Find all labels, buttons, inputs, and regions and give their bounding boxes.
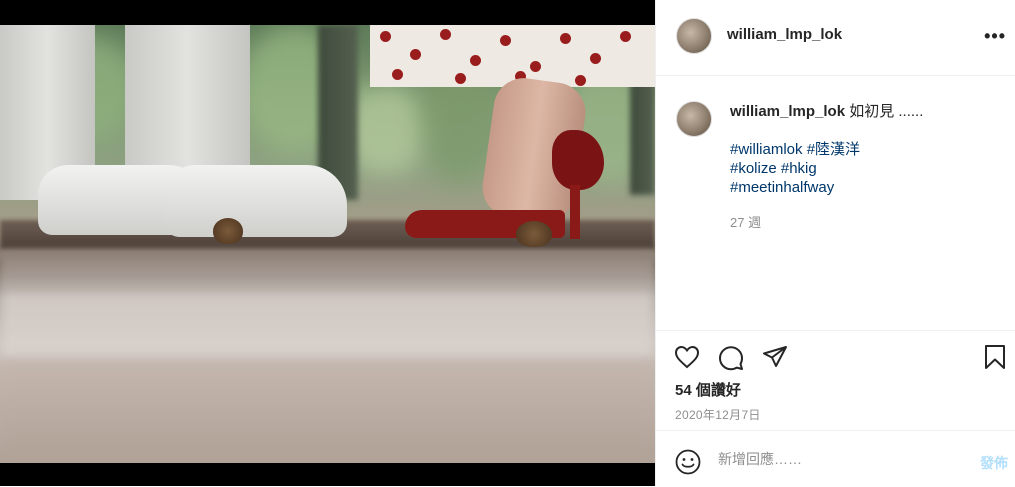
hashtags: #williamlok #陸漢洋 #kolize #hkig #meetinha… [730, 140, 860, 197]
caption-text: 如初見 ...... [849, 103, 924, 120]
caption-age[interactable]: 27 週 [730, 212, 761, 231]
header-username[interactable]: william_lmp_lok [727, 26, 842, 43]
post-sidebar: william_lmp_lok ••• william_lmp_lok 如初見 … [655, 0, 1015, 486]
comment-bar: 發佈 [656, 430, 1015, 487]
hashtag-link[interactable]: #williamlok [730, 141, 803, 158]
like-count[interactable]: 54 個讚好 [675, 379, 741, 400]
avatar[interactable] [676, 18, 712, 54]
hashtag-link[interactable]: #meetinhalfway [730, 179, 834, 196]
hashtag-link[interactable]: #kolize [730, 160, 777, 177]
post-date[interactable]: 2020年12月7日 [675, 406, 761, 423]
caption-username[interactable]: william_lmp_lok [730, 103, 845, 120]
heart-icon[interactable] [674, 345, 700, 374]
bookmark-icon[interactable] [983, 344, 1007, 375]
post-photo [0, 25, 655, 463]
emoji-icon[interactable] [675, 449, 701, 480]
post-media[interactable] [0, 0, 655, 486]
action-bar: 54 個讚好 2020年12月7日 [656, 330, 1015, 431]
more-horizontal-icon[interactable]: ••• [984, 26, 1006, 47]
caption-avatar[interactable] [676, 101, 712, 137]
comment-input[interactable] [718, 451, 958, 467]
paper-plane-icon[interactable] [762, 345, 788, 374]
hashtag-link[interactable]: #陸漢洋 [807, 141, 860, 158]
hashtag-link[interactable]: #hkig [781, 160, 817, 177]
comment-icon[interactable] [718, 345, 744, 376]
post-comment-button[interactable]: 發佈 [980, 453, 1008, 473]
post-header: william_lmp_lok ••• [656, 0, 1015, 76]
caption: william_lmp_lok 如初見 ...... [730, 102, 1000, 121]
